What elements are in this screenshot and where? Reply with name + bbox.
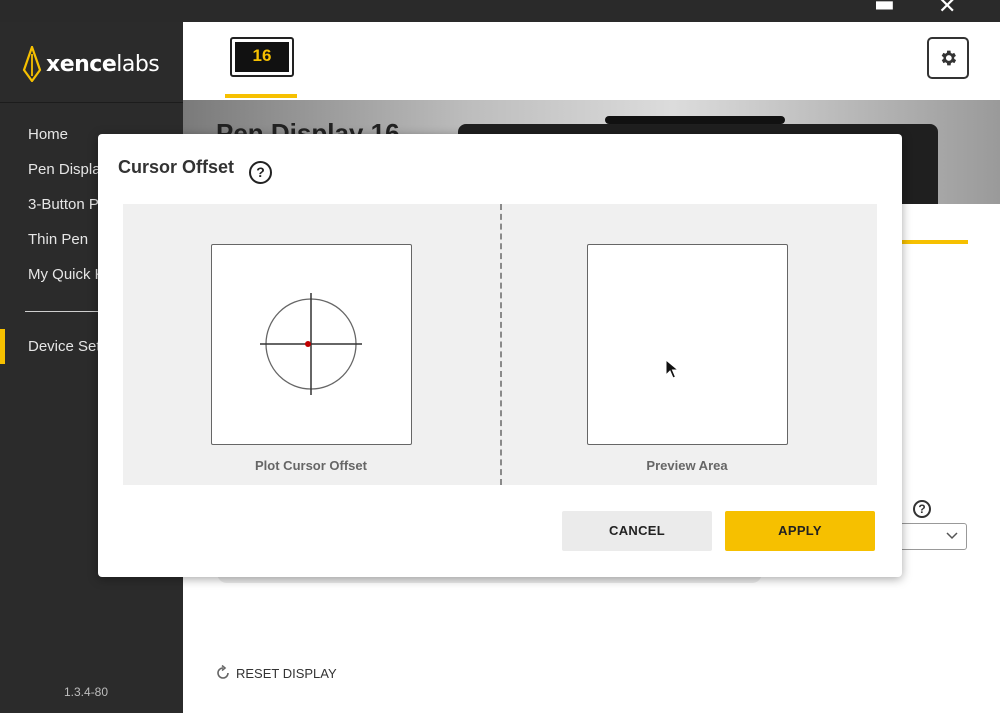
version-label: 1.3.4-80 bbox=[64, 685, 109, 699]
plot-cursor-offset-label: Plot Cursor Offset bbox=[255, 458, 367, 473]
device-tab-16[interactable]: 16 bbox=[230, 37, 294, 77]
device-tab-underline bbox=[225, 94, 297, 98]
panel-divider bbox=[500, 204, 502, 485]
logo-text-labs: labs bbox=[116, 51, 160, 77]
reset-display-label: RESET DISPLAY bbox=[236, 665, 337, 681]
xencelabs-logo: xencelabs bbox=[22, 44, 160, 84]
crosshair-target-icon bbox=[260, 293, 362, 395]
apply-button[interactable]: APPLY bbox=[725, 511, 875, 551]
device-tab-label: 16 bbox=[235, 42, 289, 72]
cursor-offset-dialog: Cursor Offset ? Plot Cursor Offset Previ… bbox=[98, 134, 902, 577]
title-bar: ▬ ✕ bbox=[0, 0, 1000, 22]
preview-area-label: Preview Area bbox=[646, 458, 728, 473]
pen-image bbox=[605, 116, 785, 124]
minimize-button[interactable]: ▬ bbox=[874, 0, 895, 16]
settings-button[interactable] bbox=[927, 37, 969, 79]
logo-text-xence: xence bbox=[46, 51, 117, 77]
offset-panel: Plot Cursor Offset Preview Area bbox=[123, 204, 877, 485]
gear-icon bbox=[941, 50, 957, 66]
plot-cursor-offset-area[interactable] bbox=[211, 244, 412, 445]
chevron-down-icon bbox=[946, 532, 958, 540]
reset-display-button[interactable]: RESET DISPLAY bbox=[215, 665, 337, 681]
help-icon[interactable]: ? bbox=[913, 500, 931, 518]
mouse-pointer-icon bbox=[665, 359, 679, 379]
dialog-title: Cursor Offset bbox=[118, 157, 235, 177]
sidebar-separator bbox=[0, 102, 183, 103]
preview-area[interactable] bbox=[587, 244, 788, 445]
refresh-icon bbox=[217, 665, 229, 679]
cancel-button[interactable]: CANCEL bbox=[562, 511, 712, 551]
pen-nib-logo-icon bbox=[22, 46, 42, 82]
help-icon[interactable]: ? bbox=[249, 161, 272, 184]
close-button[interactable]: ✕ bbox=[938, 0, 956, 18]
